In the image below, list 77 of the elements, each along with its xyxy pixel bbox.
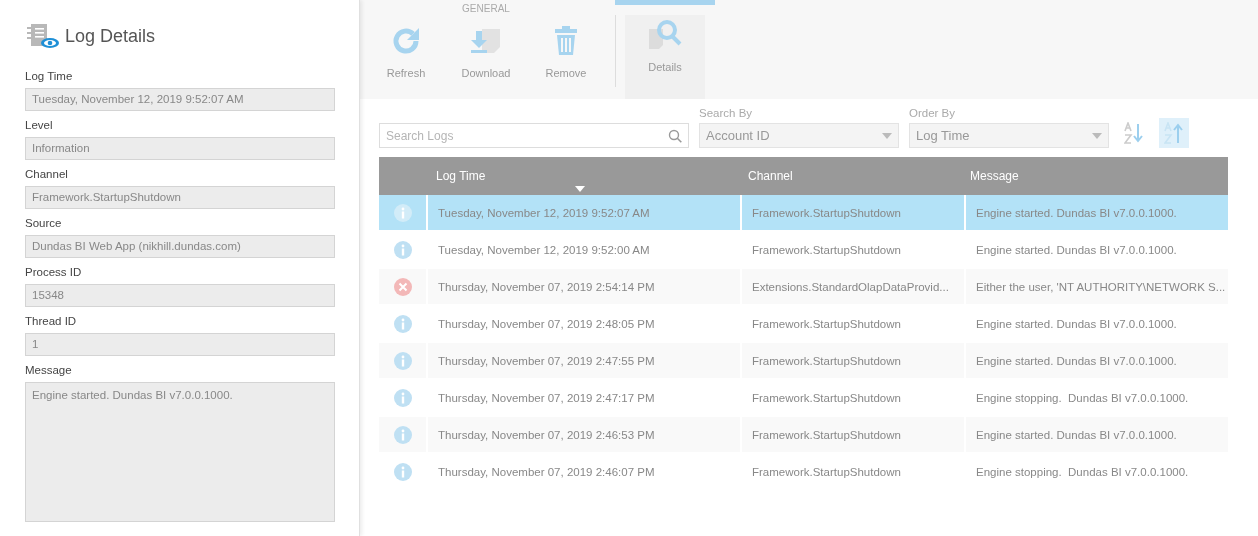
order-by-dropdown[interactable]: Log Time: [909, 123, 1109, 148]
field-label: Thread ID: [25, 315, 78, 329]
table-cell: Thursday, November 07, 2019 2:47:55 PM: [438, 354, 655, 367]
table-cell: Thursday, November 07, 2019 2:46:53 PM: [438, 428, 655, 441]
column-header[interactable]: Message: [970, 169, 1019, 183]
table-cell: Thursday, November 07, 2019 2:46:07 PM: [438, 465, 655, 478]
caret-icon: [882, 132, 892, 139]
table-cell: Engine started. Dundas BI v7.0.0.1000.: [976, 206, 1177, 219]
log-row[interactable]: Thursday, November 07, 2019 2:48:05 PM Framework.StartupShutdown Engine started. Dundas BI v7.0.0.1000.: [379, 306, 1228, 343]
field-label: Process ID: [25, 266, 83, 280]
table-cell: Engine started. Dundas BI v7.0.0.1000.: [976, 243, 1177, 256]
table-cell: Either the user, 'NT AUTHORITY\NETWORK S...: [976, 280, 1226, 293]
table-cell: Engine started. Dundas BI v7.0.0.1000.: [976, 354, 1177, 367]
panel-title: Log Details: [65, 25, 156, 47]
log-row[interactable]: Thursday, November 07, 2019 2:54:14 PM Extensions.StandardOlapDataProvid... Either the user, 'NT AUTHORITY\NETWORK S...: [379, 269, 1228, 306]
table-cell: Framework.StartupShutdown: [752, 317, 901, 330]
log-row[interactable]: Thursday, November 07, 2019 2:46:53 PM Framework.StartupShutdown Engine started. Dundas BI v7.0.0.1000.: [379, 417, 1228, 454]
info-icon: [393, 388, 412, 407]
log-viewer-icon: [25, 22, 61, 50]
field-label: Channel: [25, 168, 69, 182]
readonly-field[interactable]: 1: [25, 333, 335, 356]
search-field[interactable]: Search Logs: [379, 123, 689, 148]
field-label: Source: [25, 217, 63, 231]
field-label: Level: [25, 119, 54, 133]
log-row[interactable]: Thursday, November 07, 2019 2:46:07 PM Framework.StartupShutdown Engine stopping. Dundas BI v7.0.0.1000.: [379, 454, 1228, 491]
table-cell: Framework.StartupShutdown: [752, 428, 901, 441]
magnifier-document-icon: [647, 19, 683, 51]
column-header[interactable]: Log Time: [436, 169, 486, 183]
log-row[interactable]: Thursday, November 07, 2019 2:47:17 PM Framework.StartupShutdown Engine stopping. Dundas BI v7.0.0.1000.: [379, 380, 1228, 417]
info-icon: [393, 203, 412, 222]
table-cell: Engine stopping. Dundas BI v7.0.0.1000.: [976, 465, 1189, 478]
info-icon: [393, 462, 412, 481]
info-icon: [393, 314, 412, 333]
info-icon: [393, 351, 412, 370]
download-button[interactable]: Download: [446, 15, 526, 99]
remove-button[interactable]: Remove: [526, 15, 606, 99]
refresh-button[interactable]: Refresh: [366, 15, 446, 99]
caret-icon: [1092, 132, 1102, 139]
info-icon: [393, 240, 412, 259]
trash-icon: [552, 25, 580, 57]
table-cell: Framework.StartupShutdown: [752, 391, 901, 404]
table-cell: Framework.StartupShutdown: [752, 206, 901, 219]
table-cell: Thursday, November 07, 2019 2:54:14 PM: [438, 280, 655, 293]
readonly-text-area[interactable]: Engine started. Dundas BI v7.0.0.1000.: [25, 382, 335, 522]
sort-down-icon: [1124, 122, 1144, 144]
sort-up-icon: [1164, 122, 1184, 144]
table-cell: Framework.StartupShutdown: [752, 465, 901, 478]
log-row[interactable]: Tuesday, November 12, 2019 9:52:00 AM Framework.StartupShutdown Engine started. Dundas BI v7.0.0.1000.: [379, 232, 1228, 269]
error-icon: [393, 277, 412, 296]
field-label: Order By: [909, 107, 956, 119]
log-row[interactable]: Tuesday, November 12, 2019 9:52:07 AM Framework.StartupShutdown Engine started. Dundas BI v7.0.0.1000.: [379, 195, 1228, 232]
field-label: Message: [25, 364, 73, 378]
table-cell: Framework.StartupShutdown: [752, 243, 901, 256]
table-cell: Extensions.StandardOlapDataProvid...: [752, 280, 949, 293]
readonly-field[interactable]: Dundas BI Web App (nikhill.dundas.com): [25, 235, 335, 258]
table-cell: Tuesday, November 12, 2019 9:52:07 AM: [438, 206, 650, 219]
sort-indicator-icon: [575, 186, 585, 192]
table-cell: Engine started. Dundas BI v7.0.0.1000.: [976, 428, 1177, 441]
readonly-field[interactable]: 15348: [25, 284, 335, 307]
table-cell: Engine started. Dundas BI v7.0.0.1000.: [976, 317, 1177, 330]
log-row[interactable]: Thursday, November 07, 2019 2:47:55 PM Framework.StartupShutdown Engine started. Dundas BI v7.0.0.1000.: [379, 343, 1228, 380]
readonly-field[interactable]: Information: [25, 137, 335, 160]
search-by-dropdown[interactable]: Account ID: [699, 123, 899, 148]
table-cell: Framework.StartupShutdown: [752, 354, 901, 367]
search-icon: [668, 129, 682, 143]
readonly-field[interactable]: Framework.StartupShutdown: [25, 186, 335, 209]
table-cell: Tuesday, November 12, 2019 9:52:00 AM: [438, 243, 650, 256]
table-cell: Engine stopping. Dundas BI v7.0.0.1000.: [976, 391, 1189, 404]
readonly-field[interactable]: Tuesday, November 12, 2019 9:52:07 AM: [25, 88, 335, 111]
field-label: Search By: [699, 107, 754, 119]
group-label: GENERAL: [462, 3, 510, 15]
column-header[interactable]: Channel: [748, 169, 793, 183]
info-icon: [393, 425, 412, 444]
sort-descending-button[interactable]: [1159, 118, 1189, 148]
table-cell: Thursday, November 07, 2019 2:47:17 PM: [438, 391, 655, 404]
table-cell: Thursday, November 07, 2019 2:48:05 PM: [438, 317, 655, 330]
field-label: Log Time: [25, 70, 74, 84]
